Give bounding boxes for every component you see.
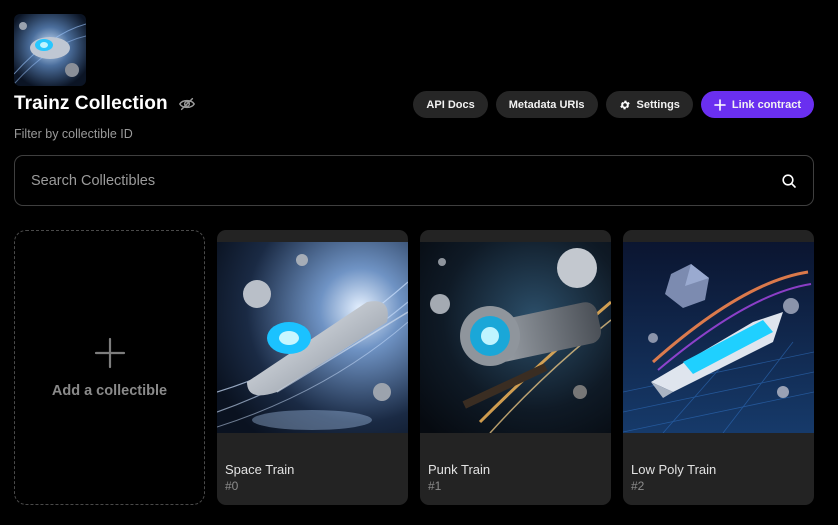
metadata-uris-label: Metadata URIs bbox=[508, 98, 585, 111]
search-box bbox=[14, 155, 814, 206]
search-input[interactable] bbox=[31, 172, 781, 189]
metadata-uris-button[interactable]: Metadata URIs bbox=[495, 91, 598, 118]
eye-slash-icon[interactable] bbox=[178, 95, 196, 113]
settings-button[interactable]: Settings bbox=[605, 91, 693, 118]
title-row: Trainz Collection bbox=[14, 93, 196, 115]
collection-title: Trainz Collection bbox=[14, 93, 168, 114]
api-docs-label: API Docs bbox=[426, 98, 475, 111]
add-collectible-card[interactable]: Add a collectible bbox=[14, 230, 205, 505]
collectible-name: Space Train bbox=[225, 462, 295, 477]
add-collectible-label: Add a collectible bbox=[51, 382, 168, 399]
collectible-id: #2 bbox=[631, 479, 645, 493]
collectible-id: #0 bbox=[225, 479, 239, 493]
collectible-id: #1 bbox=[428, 479, 442, 493]
collectible-name: Punk Train bbox=[428, 462, 491, 477]
collectible-card[interactable]: Low Poly Train #2 bbox=[623, 230, 814, 505]
gear-icon bbox=[619, 99, 631, 111]
collectible-image bbox=[623, 242, 814, 433]
plus-icon bbox=[94, 337, 126, 369]
filter-label: Filter by collectible ID bbox=[14, 127, 133, 141]
collection-page: Trainz Collection API Docs Metadata URIs… bbox=[0, 0, 838, 525]
collectible-image bbox=[217, 242, 408, 433]
collectible-card[interactable]: Punk Train #1 bbox=[420, 230, 611, 505]
search-icon[interactable] bbox=[781, 173, 797, 189]
link-contract-button[interactable]: Link contract bbox=[700, 91, 814, 118]
plus-icon bbox=[714, 98, 726, 111]
collectible-name: Low Poly Train bbox=[631, 462, 717, 477]
link-contract-label: Link contract bbox=[731, 98, 801, 111]
collection-logo bbox=[14, 14, 86, 86]
settings-label: Settings bbox=[636, 98, 680, 111]
collectible-card[interactable]: Space Train #0 bbox=[217, 230, 408, 505]
api-docs-button[interactable]: API Docs bbox=[413, 91, 488, 118]
collectible-image bbox=[420, 242, 611, 433]
toolbar: API Docs Metadata URIs Settings Link con… bbox=[413, 91, 814, 118]
